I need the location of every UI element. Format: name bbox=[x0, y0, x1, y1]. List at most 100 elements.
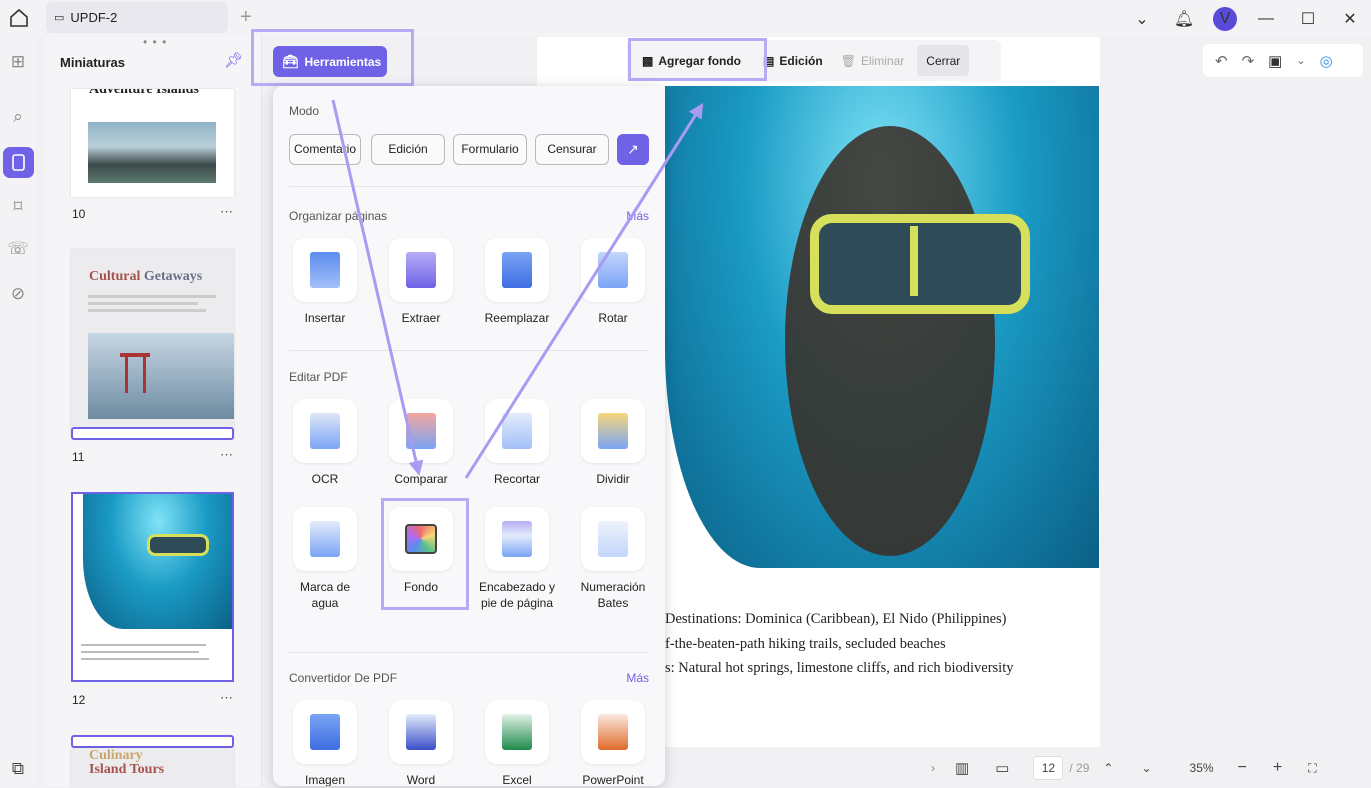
highlight-box bbox=[381, 498, 469, 610]
redo-icon[interactable]: ↷ bbox=[1242, 52, 1255, 70]
home-icon[interactable] bbox=[8, 7, 30, 29]
chevron-right-icon[interactable]: › bbox=[931, 761, 935, 775]
highlight-box bbox=[251, 29, 414, 86]
ocr-tool[interactable]: OCR bbox=[285, 399, 365, 487]
page-thumbnail[interactable]: Culinary Island Tours bbox=[71, 748, 234, 788]
crop-icon bbox=[485, 399, 549, 463]
page-total: / 29 bbox=[1069, 761, 1090, 775]
more-organize-link[interactable]: Más bbox=[626, 209, 649, 223]
page-input[interactable]: 12 bbox=[1033, 756, 1064, 780]
zoom-in-icon[interactable]: + bbox=[1273, 759, 1282, 777]
powerpoint-icon bbox=[581, 700, 645, 764]
library-icon[interactable]: ⧉ bbox=[7, 758, 29, 780]
mode-label: Modo bbox=[289, 104, 320, 118]
thumb-image bbox=[88, 333, 234, 419]
bates-numbering-tool[interactable]: Numeración Bates bbox=[573, 507, 653, 611]
chevron-down-icon[interactable]: ⌄ bbox=[1296, 54, 1305, 67]
attachment-icon[interactable]: ⊘ bbox=[7, 283, 29, 305]
trash-icon: 🗑︎ bbox=[840, 53, 856, 68]
extract-icon bbox=[389, 238, 453, 302]
to-word-tool[interactable]: Word bbox=[381, 700, 461, 786]
thumb-image bbox=[88, 122, 216, 183]
mode-comment-button[interactable]: Comentario bbox=[289, 134, 361, 165]
bell-icon[interactable]: 🔔︎ bbox=[1163, 9, 1205, 29]
bates-icon bbox=[581, 507, 645, 571]
minimize-icon[interactable]: — bbox=[1245, 10, 1287, 28]
avatar[interactable]: V bbox=[1213, 6, 1237, 31]
crop-tool[interactable]: Recortar bbox=[477, 399, 557, 487]
bookmark-icon[interactable]: ⌑ bbox=[7, 196, 29, 218]
window-controls: ⌄ 🔔︎ V — ☐ ✕ bbox=[1121, 0, 1371, 37]
insert-tool[interactable]: Insertar bbox=[285, 238, 365, 326]
split-icon bbox=[581, 399, 645, 463]
close-button[interactable]: Cerrar bbox=[917, 45, 970, 76]
thumb-heading: Adventure Islands bbox=[89, 89, 199, 97]
document-tab[interactable]: ▭ UPDF-2 bbox=[46, 2, 228, 33]
more-icon[interactable]: ⋯ bbox=[220, 447, 233, 463]
thumbnails-title: Miniaturas bbox=[60, 55, 126, 70]
ocr-icon bbox=[293, 399, 357, 463]
delete-background-button[interactable]: 🗑︎ Eliminar bbox=[832, 40, 914, 81]
replace-icon bbox=[485, 238, 549, 302]
more-icon[interactable]: ⋯ bbox=[220, 204, 233, 220]
drag-handle-icon[interactable]: • • • bbox=[143, 35, 167, 49]
header-footer-tool[interactable]: Encabezado y pie de página bbox=[477, 507, 557, 611]
zoom-level[interactable]: 35% bbox=[1190, 761, 1214, 775]
page-number: 12 bbox=[72, 693, 86, 707]
thumbnails-rail-button[interactable] bbox=[3, 147, 34, 178]
zoom-out-icon[interactable]: − bbox=[1238, 759, 1247, 777]
excel-icon bbox=[485, 700, 549, 764]
mode-edit-button[interactable]: Edición bbox=[371, 134, 445, 165]
undo-redo-group: ↶ ↷ ▣ ⌄ ◎ bbox=[1203, 44, 1363, 77]
page-thumbnail[interactable]: Cultural Getaways bbox=[71, 249, 234, 439]
page-number: 10 bbox=[72, 207, 86, 221]
split-tool[interactable]: Dividir bbox=[573, 399, 653, 487]
page-thumbnail-selected[interactable] bbox=[71, 492, 234, 682]
replace-tool[interactable]: Reemplazar bbox=[477, 238, 557, 326]
to-image-tool[interactable]: Imagen bbox=[285, 700, 365, 786]
organize-label: Organizar páginas bbox=[289, 209, 388, 223]
to-powerpoint-tool[interactable]: PowerPoint bbox=[573, 700, 653, 786]
extract-tool[interactable]: Extraer bbox=[381, 238, 461, 326]
fit-page-icon[interactable]: ⛶ bbox=[1308, 761, 1316, 776]
rotate-tool[interactable]: Rotar bbox=[573, 238, 653, 326]
page-number: 11 bbox=[72, 450, 85, 464]
to-excel-tool[interactable]: Excel bbox=[477, 700, 557, 786]
document-text-line: s: Natural hot springs, limestone cliffs… bbox=[665, 660, 1014, 676]
image-icon bbox=[293, 700, 357, 764]
page-view-icon[interactable]: ▥ bbox=[955, 759, 969, 777]
compare-icon bbox=[389, 399, 453, 463]
grid-icon[interactable]: ⊞ bbox=[7, 51, 29, 73]
mode-redact-button[interactable]: Censurar bbox=[535, 134, 609, 165]
thumb-image bbox=[83, 494, 232, 629]
chevron-up-icon[interactable]: ⌃ bbox=[1103, 761, 1113, 775]
presentation-icon[interactable]: ▭ bbox=[995, 759, 1009, 777]
tab-label: UPDF-2 bbox=[70, 10, 118, 25]
ai-assistant-icon[interactable]: ◎ bbox=[1320, 52, 1333, 70]
search-icon[interactable]: ⌕ bbox=[7, 106, 29, 128]
close-icon[interactable]: ✕ bbox=[1329, 9, 1371, 29]
right-panel bbox=[1100, 37, 1371, 786]
undo-icon[interactable]: ↶ bbox=[1215, 52, 1228, 70]
page-thumbnail[interactable]: Adventure Islands bbox=[71, 89, 234, 197]
watermark-tool[interactable]: Marca de agua bbox=[285, 507, 365, 611]
thumb-heading: Cultural Getaways bbox=[89, 269, 203, 284]
external-link-icon[interactable]: ↗ bbox=[617, 134, 649, 165]
chevron-down-icon[interactable]: ⌄ bbox=[1141, 761, 1151, 775]
mode-form-button[interactable]: Formulario bbox=[453, 134, 527, 165]
bottom-bar: › ▥ ▭ 12 / 29 ⌃ ⌄ 35% − + ⛶ bbox=[925, 750, 1371, 786]
edit-pdf-label: Editar PDF bbox=[289, 370, 348, 384]
document-text-line: Destinations: Dominica (Caribbean), El N… bbox=[665, 611, 1007, 627]
pin-icon[interactable]: 📌︎ bbox=[224, 51, 243, 69]
new-tab-icon[interactable]: + bbox=[240, 6, 252, 29]
word-icon bbox=[389, 700, 453, 764]
comment-icon[interactable]: ☏ bbox=[7, 238, 29, 260]
document-icon: ▭ bbox=[54, 12, 65, 24]
chevron-down-icon[interactable]: ⌄ bbox=[1121, 9, 1163, 29]
compare-tool[interactable]: Comparar bbox=[381, 399, 461, 487]
more-icon[interactable]: ⋯ bbox=[220, 690, 233, 706]
document-text-line: f-the-beaten-path hiking trails, seclude… bbox=[665, 636, 946, 652]
save-icon[interactable]: ▣ bbox=[1268, 52, 1282, 70]
maximize-icon[interactable]: ☐ bbox=[1287, 9, 1329, 29]
more-converter-link[interactable]: Más bbox=[626, 671, 649, 685]
